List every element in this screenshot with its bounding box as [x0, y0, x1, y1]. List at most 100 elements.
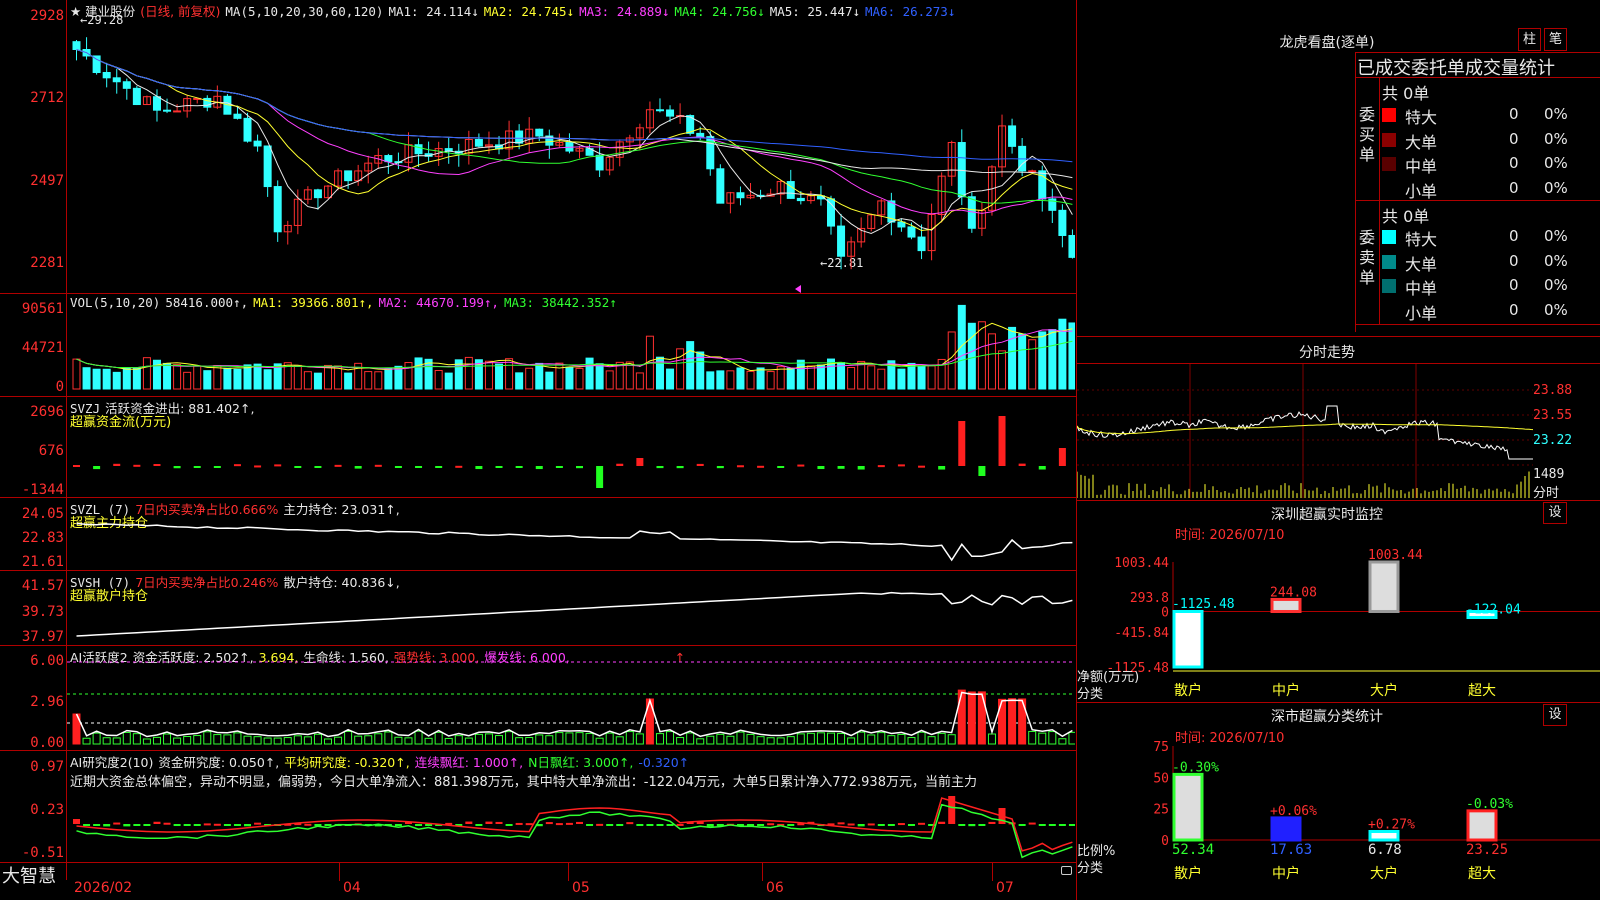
ai-activity-chart[interactable]: [67, 660, 1075, 749]
volume-bar: [625, 361, 634, 390]
lock-icon[interactable]: [1061, 866, 1072, 875]
main-chart-area[interactable]: ★ 建业股份 (日线, 前复权) MA(5,10,20,30,60,120) MA1:…: [0, 0, 1077, 900]
activity-bar: [203, 731, 212, 745]
research-bar: [616, 824, 624, 826]
sz-monitor-bar-chart[interactable]: 1003.44293.80-415.84-1125.48-1125.48散户24…: [1077, 540, 1600, 700]
tick-view-button[interactable]: 笔: [1544, 28, 1567, 51]
sz-stats-bar-chart[interactable]: 75 50 25 0 -0.30% 52.34 散户 +0.06% 17.63 中户 +0.27% 6…: [1077, 740, 1600, 900]
stats-bar-3: [1466, 809, 1498, 842]
fund-flow-bar: [636, 458, 644, 466]
research-bar: [565, 822, 573, 825]
candle-body: [696, 132, 705, 138]
volume-bar: [897, 368, 906, 390]
brand-logo[interactable]: 大智慧: [2, 862, 56, 888]
monitor-bar-2: [1368, 560, 1400, 613]
candle-body: [233, 113, 242, 119]
activity-bar: [374, 733, 383, 745]
fund-flow-bar: [334, 464, 342, 467]
activity-bar: [394, 736, 403, 745]
sz-stats-cat: 分类: [1077, 861, 1104, 876]
volume-bar: [525, 367, 534, 390]
volume-bar: [132, 367, 141, 390]
activity-bar: [595, 737, 604, 745]
candle-body: [273, 186, 282, 233]
period-label[interactable]: (日线, 前复权): [140, 4, 220, 19]
svzl-main-holding-chart[interactable]: [67, 500, 1075, 569]
sz-monitor-settings-button[interactable]: 设: [1543, 502, 1567, 524]
ai-active-ylabel-3: 0.00: [30, 735, 64, 751]
sz-stats-settings-button[interactable]: 设: [1543, 704, 1567, 726]
intraday-chart[interactable]: [1077, 364, 1533, 498]
activity-bar: [283, 737, 292, 745]
bar-view-button[interactable]: 柱: [1518, 28, 1541, 51]
fund-flow-bar: [153, 464, 161, 467]
activity-bar: [102, 737, 111, 745]
activity-bar: [484, 733, 493, 745]
research-bar: [787, 824, 795, 826]
research-bar: [73, 819, 80, 824]
activity-bar: [1068, 731, 1075, 745]
activity-bar: [696, 738, 705, 745]
activity-bar: [434, 731, 443, 745]
activity-bar: [364, 735, 373, 745]
research-bar: [918, 822, 926, 825]
svzl-ylabel-3: 21.61: [21, 554, 64, 570]
volume-bar: [404, 362, 413, 390]
research-bar: [213, 823, 221, 826]
fund-flow-bar: [817, 466, 825, 470]
volume-ma-line-1: [76, 322, 1073, 372]
volume-bar: [837, 362, 846, 390]
activity-bar: [464, 737, 473, 745]
fund-flow-bar: [535, 466, 543, 470]
order-count: 0: [1509, 154, 1519, 172]
activity-bar: [897, 733, 906, 745]
activity-bar: [957, 689, 966, 745]
activity-bar: [1058, 738, 1067, 745]
ai-research-t3: 连续飘红: 1.000↑,: [414, 755, 524, 770]
volume-chart[interactable]: [67, 300, 1075, 395]
fund-flow-bar: [616, 463, 624, 466]
volume-bar: [223, 367, 232, 390]
volume-bar: [303, 371, 312, 390]
candle-body: [173, 110, 182, 113]
volume-bar: [1028, 339, 1037, 390]
ai-research-chart[interactable]: [67, 790, 1075, 862]
ai-research-t5: -0.320↑: [638, 755, 690, 770]
fund-flow-bar: [455, 465, 463, 468]
dragon-tiger-title: 龙虎看盘(逐单): [1279, 35, 1375, 51]
activity-bar: [565, 732, 574, 745]
date-tick-may: [568, 863, 569, 881]
research-bar: [485, 821, 493, 824]
activity-bar: [515, 737, 524, 745]
order-count: 0: [1509, 300, 1519, 319]
svzj-fund-flow-chart[interactable]: [67, 398, 1075, 496]
activity-bar: [847, 737, 856, 745]
volume-bar: [334, 365, 343, 390]
volume-bar: [102, 368, 111, 390]
activity-bar: [635, 733, 644, 745]
candle-body: [253, 140, 262, 147]
right-panel: 龙虎看盘(逐单) 柱 笔 已成交委托单成交量统计 委买单 委卖单 共 0单 共 …: [1077, 0, 1600, 900]
research-bar: [596, 823, 604, 826]
price-candlestick-chart[interactable]: [67, 18, 1075, 292]
date-tick-apr: [339, 863, 340, 881]
research-bar: [988, 821, 996, 824]
stats-change-label-0: -0.30%: [1172, 760, 1219, 775]
fund-flow-bar: [757, 465, 765, 468]
monitor-ytick: 293.8: [1130, 591, 1169, 606]
volume-bar: [1038, 331, 1047, 390]
activity-bar: [756, 736, 765, 745]
svsh-retail-holding-chart[interactable]: [67, 573, 1075, 644]
candle-body: [666, 109, 675, 117]
stats-category-2: 大户: [1370, 865, 1398, 882]
volume-bar: [213, 365, 222, 390]
ma-line-4: [76, 49, 1073, 205]
fund-flow-bar: [294, 466, 302, 468]
activity-bar: [535, 734, 544, 745]
candle-body: [152, 96, 161, 111]
date-label-feb: 2026/02: [74, 880, 133, 896]
ai-research-ylabel-3: -0.51: [21, 845, 64, 861]
sz-monitor-title: 深圳超赢实时监控: [1271, 507, 1383, 523]
activity-bar: [505, 731, 514, 745]
research-bar: [123, 824, 131, 827]
